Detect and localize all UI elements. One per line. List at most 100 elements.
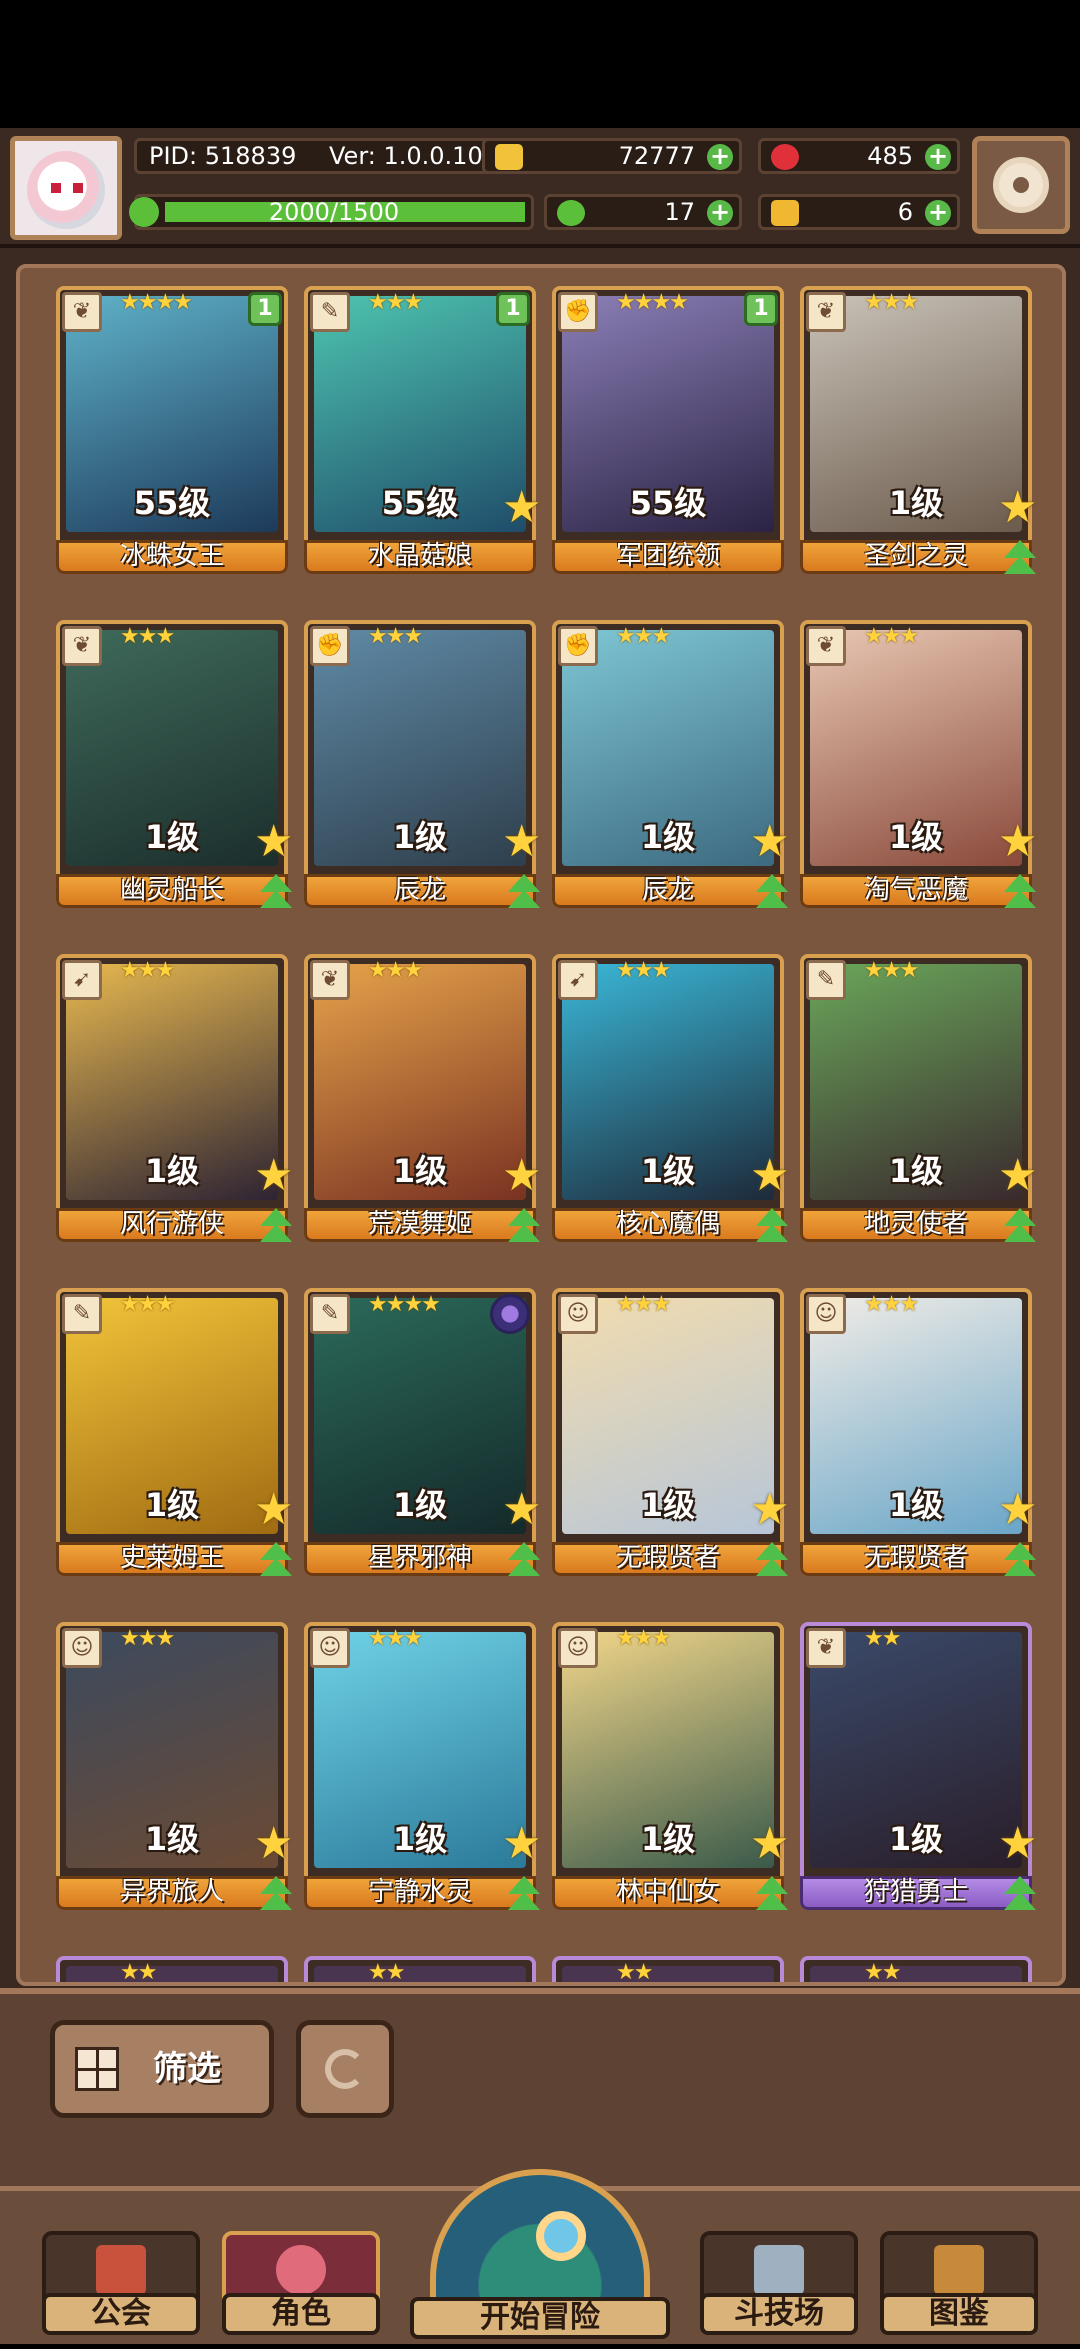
character-level: 1级 xyxy=(640,818,696,856)
class-type-icon: ☺ xyxy=(310,1628,350,1668)
character-card[interactable]: ✊ ★★★★ 1 55级 军团统领 xyxy=(552,286,784,574)
book-icon xyxy=(934,2245,984,2295)
nav-characters-label: 角色 xyxy=(222,2293,380,2335)
level-up-arrow-icon xyxy=(750,1542,794,1582)
settings-button[interactable] xyxy=(972,136,1070,234)
character-card[interactable]: ☺ ★★★ 1级 异界旅人 ★ xyxy=(56,1622,293,1910)
clover-icon xyxy=(557,200,585,226)
character-card[interactable]: ✊ ★★★ 1级 辰龙 ★ xyxy=(304,620,541,908)
character-name: 水晶菇娘 xyxy=(367,541,472,571)
filter-button[interactable]: 筛选 xyxy=(50,2020,274,2118)
star-rating: ★★★★ xyxy=(120,290,193,315)
character-card[interactable]: ❦ ★★★ 1级 荒漠舞姬 ★ xyxy=(304,954,541,1242)
top-bar: PID: 518839 Ver: 1.0.0.10 72777 + 485 + … xyxy=(0,128,1080,248)
star-rating: ★★★ xyxy=(368,1626,423,1651)
character-card[interactable]: ❦ ★★★ 1级 圣剑之灵 ★ xyxy=(800,286,1037,574)
character-card[interactable]: ☺ ★★★ 1级 林中仙女 ★ xyxy=(552,1622,789,1910)
star-upgrade-icon: ★ xyxy=(502,816,542,867)
star-upgrade-icon: ★ xyxy=(998,816,1038,867)
star-upgrade-icon: ★ xyxy=(998,1150,1038,1201)
class-type-icon: ✎ xyxy=(310,1294,350,1334)
add-gems-button[interactable]: + xyxy=(925,144,951,170)
character-card-partial[interactable]: ★★ xyxy=(304,1956,536,1982)
clover-amount: 17 xyxy=(664,198,695,226)
character-name: 核心魔偶 xyxy=(615,1209,720,1239)
add-gold-button[interactable]: + xyxy=(707,144,733,170)
level-up-arrow-icon xyxy=(998,1876,1042,1916)
character-name: 淘气恶魔 xyxy=(863,875,968,905)
star-upgrade-icon: ★ xyxy=(254,1150,294,1201)
character-card[interactable]: ✎ ★★★ 1 55级 水晶菇娘 ★ xyxy=(304,286,541,574)
character-card[interactable]: ☺ ★★★ 1级 无瑕贤者 ★ xyxy=(552,1288,789,1576)
star-rating: ★★ xyxy=(120,1960,157,1985)
character-card[interactable]: ❦ ★★ 1级 狩猎勇士 ★ xyxy=(800,1622,1037,1910)
star-upgrade-icon: ★ xyxy=(750,816,790,867)
character-level: 1级 xyxy=(144,1486,200,1524)
character-name: 荒漠舞姬 xyxy=(367,1209,472,1239)
character-card[interactable]: ❦ ★★★ 1级 幽灵船长 ★ xyxy=(56,620,293,908)
character-card[interactable]: ✎ ★★★ 1级 地灵使者 ★ xyxy=(800,954,1037,1242)
star-upgrade-icon: ★ xyxy=(750,1150,790,1201)
character-card[interactable]: ☺ ★★★ 1级 无瑕贤者 ★ xyxy=(800,1288,1037,1576)
character-level: 55级 xyxy=(629,484,707,522)
add-clover-button[interactable]: + xyxy=(707,200,733,226)
add-keys-button[interactable]: + xyxy=(925,200,951,226)
nav-guild[interactable]: 公会 xyxy=(42,2231,200,2339)
character-level: 1级 xyxy=(144,1820,200,1858)
character-card[interactable]: ➹ ★★★ 1级 风行游侠 ★ xyxy=(56,954,293,1242)
character-card-partial[interactable]: ★★ xyxy=(800,1956,1032,1982)
clover-counter: 17 + xyxy=(544,194,742,230)
star-upgrade-icon: ★ xyxy=(502,1150,542,1201)
character-level: 55级 xyxy=(133,484,211,522)
name-banner: 军团统领 xyxy=(552,540,784,574)
class-type-icon: ❦ xyxy=(62,292,102,332)
character-card-partial[interactable]: ★★ xyxy=(56,1956,288,1985)
tier-badge: 1 xyxy=(744,292,778,326)
refresh-icon xyxy=(325,2049,365,2089)
character-portrait xyxy=(810,1966,1022,1982)
class-type-icon: ✊ xyxy=(310,626,350,666)
star-rating: ★★ xyxy=(864,1626,901,1651)
character-level: 1级 xyxy=(144,818,200,856)
character-card[interactable]: ❦ ★★★ 1级 淘气恶魔 ★ xyxy=(800,620,1037,908)
nav-codex[interactable]: 图鉴 xyxy=(880,2231,1038,2339)
ruby-gem-icon xyxy=(771,144,799,170)
name-banner: 冰蛛女王 xyxy=(56,540,288,574)
key-amount: 6 xyxy=(897,198,913,226)
character-card[interactable]: ❦ ★★★★ 1 55级冰蛛女王 xyxy=(56,286,288,574)
character-level: 1级 xyxy=(392,1152,448,1190)
nav-guild-label: 公会 xyxy=(42,2293,200,2335)
star-rating: ★★★ xyxy=(864,958,919,983)
character-name: 冰蛛女王 xyxy=(119,541,224,571)
character-portrait xyxy=(562,1966,774,1982)
tier-badge: 1 xyxy=(248,292,282,326)
character-portrait xyxy=(66,1966,278,1982)
refresh-button[interactable] xyxy=(296,2020,394,2118)
character-grid: ❦ ★★★★ 1 55级 冰蛛女王 ✎ ★★★ 1 55级 水晶菇娘 ★ ✊ ★★★★ 1 55级 军团统领 ❦… xyxy=(56,286,1046,1985)
character-level: 1级 xyxy=(888,1820,944,1858)
gear-icon xyxy=(999,163,1043,207)
filter-label: 筛选 xyxy=(153,2049,221,2089)
character-card[interactable]: ✊ ★★★ 1级 辰龙 ★ xyxy=(552,620,789,908)
nav-arena-label: 斗技场 xyxy=(700,2293,858,2335)
nav-start-adventure[interactable]: 开始冒险 xyxy=(410,2169,670,2349)
character-card-partial[interactable]: ★★ xyxy=(552,1956,784,1982)
character-level: 1级 xyxy=(144,1152,200,1190)
star-rating: ★★★ xyxy=(864,290,919,315)
character-level: 1级 xyxy=(888,818,944,856)
star-rating: ★★★ xyxy=(368,624,423,649)
character-card[interactable]: ✎ ★★★★ 1级 星界邪神 ★ xyxy=(304,1288,541,1576)
star-rating: ★★★ xyxy=(120,624,175,649)
nav-arena[interactable]: 斗技场 xyxy=(700,2231,858,2339)
level-up-arrow-icon xyxy=(254,1542,298,1582)
character-card[interactable]: ➹ ★★★ 1级 核心魔偶 ★ xyxy=(552,954,789,1242)
gem-counter: 485 + xyxy=(758,138,960,174)
character-card[interactable]: ☺ ★★★ 1级 宁静水灵 ★ xyxy=(304,1622,541,1910)
player-avatar[interactable] xyxy=(10,136,122,240)
class-type-icon: ➹ xyxy=(558,960,598,1000)
character-level: 1级 xyxy=(640,1152,696,1190)
nav-characters[interactable]: 角色 xyxy=(222,2231,380,2339)
class-type-icon: ➹ xyxy=(62,960,102,1000)
character-roster: ❦ ★★★★ 1 55级 冰蛛女王 ✎ ★★★ 1 55级 水晶菇娘 ★ ✊ ★★★★ 1 55级 军团统领 ❦… xyxy=(16,264,1066,1986)
character-card[interactable]: ✎ ★★★ 1级 史莱姆王 ★ xyxy=(56,1288,293,1576)
